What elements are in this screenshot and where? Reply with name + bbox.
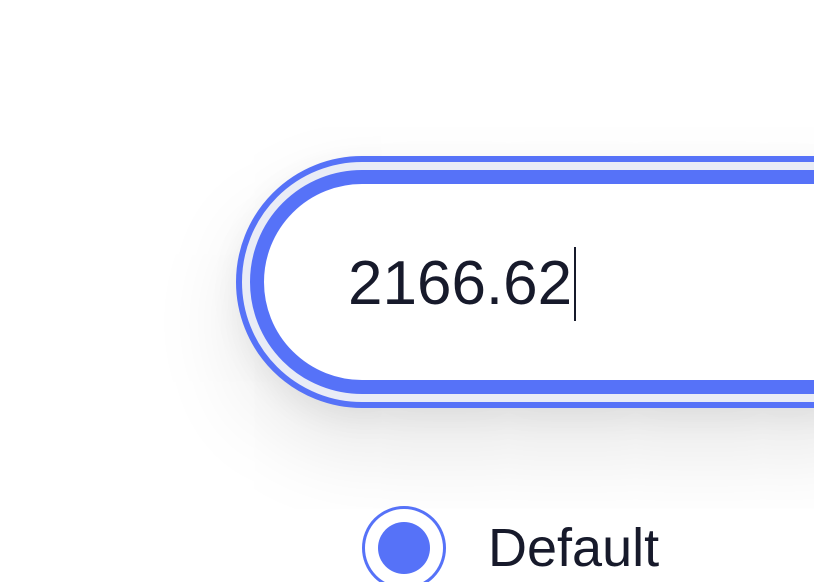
radio-button[interactable] <box>362 506 446 582</box>
amount-input-value: 2166.62 <box>348 249 573 318</box>
text-caret <box>574 247 577 321</box>
radio-option-default[interactable]: Default <box>362 506 659 582</box>
radio-selected-dot <box>378 522 430 574</box>
radio-label: Default <box>488 518 660 578</box>
screen: 2166.62 Default <box>0 0 814 582</box>
amount-input-content[interactable]: 2166.62 <box>348 246 577 322</box>
